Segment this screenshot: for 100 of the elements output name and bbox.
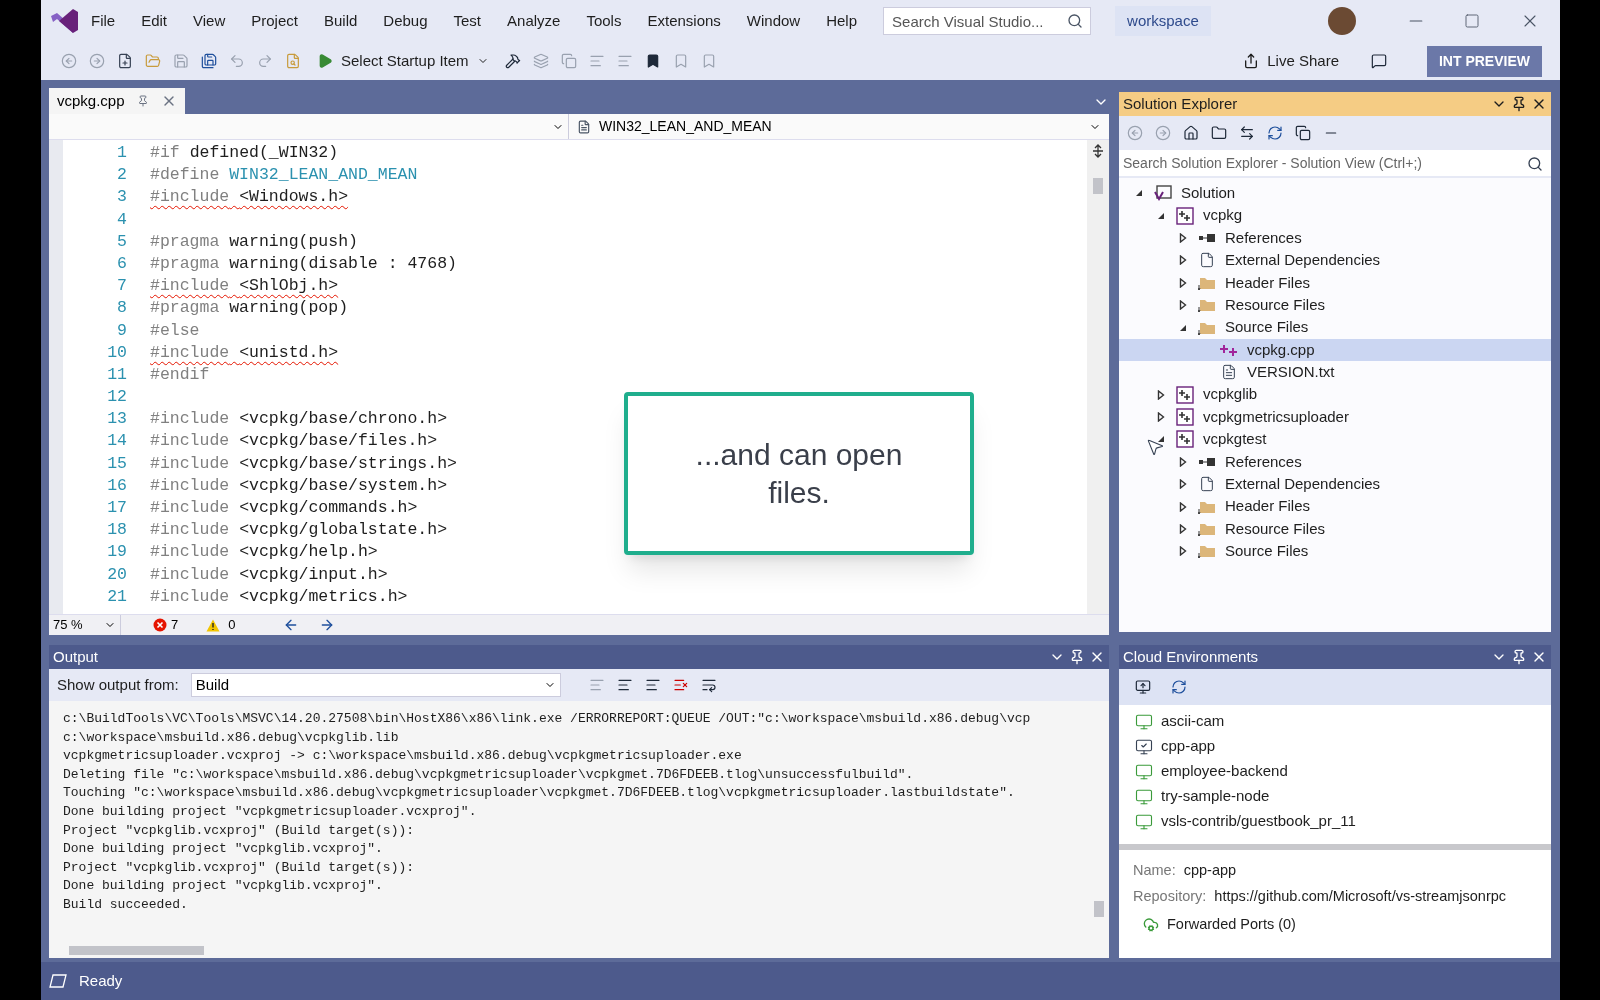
zoom-dropdown[interactable]: 75 % — [49, 615, 121, 635]
expand-arrow-icon[interactable] — [1178, 524, 1188, 535]
folder-icon — [1198, 543, 1216, 560]
line-number: 9 — [116, 319, 127, 342]
scrollbar-thumb[interactable] — [1093, 178, 1103, 194]
source-dropdown[interactable]: Build — [190, 673, 561, 697]
tree-item[interactable]: External Dependencies — [1119, 473, 1551, 496]
panel-title: Solution Explorer — [1123, 93, 1239, 114]
line-number: 13 — [106, 408, 127, 431]
expand-arrow-icon[interactable] — [1178, 546, 1188, 557]
project-icon — [1176, 430, 1194, 449]
search-field[interactable]: Search Visual Studio... — [883, 7, 1092, 35]
menu-item[interactable]: Test — [453, 9, 482, 33]
pin-icon[interactable] — [1511, 649, 1527, 665]
line-number: 5 — [116, 230, 127, 253]
repository-link[interactable]: https://github.com/Microsoft/vs-streamjsonrpc — [1214, 886, 1507, 908]
pin-icon[interactable] — [1511, 96, 1527, 112]
expand-arrow-icon[interactable] — [1178, 456, 1188, 467]
code-line: #define WIN32_LEAN_AND_MEAN — [150, 164, 418, 187]
environment-item[interactable]: try-sample-node — [1135, 784, 1551, 809]
menu-item[interactable]: Edit — [141, 9, 168, 33]
tree-item[interactable]: vcpkg — [1119, 204, 1551, 227]
code-line: #endif — [150, 363, 210, 386]
environment-item[interactable]: vsls-contrib/guestbook_pr_11 — [1135, 809, 1551, 834]
tree-item[interactable]: vcpkgmetricsuploader — [1119, 405, 1551, 429]
menu-item[interactable]: File — [91, 9, 116, 33]
pin-icon[interactable] — [1069, 649, 1085, 665]
line-number: 19 — [106, 541, 127, 564]
tree-item-label: vcpkg — [1203, 205, 1243, 226]
line-number: 15 — [106, 452, 127, 475]
tree-item[interactable]: Source Files — [1119, 540, 1551, 563]
split-icon[interactable] — [1092, 144, 1104, 158]
preview-badge: INT PREVIEW — [1427, 45, 1542, 77]
code-line: #include <vcpkg/globalstate.h> — [150, 519, 448, 542]
scrollbar-thumb[interactable] — [1094, 901, 1104, 917]
menu-item[interactable]: View — [193, 9, 226, 33]
tree-item[interactable]: References — [1119, 226, 1551, 250]
references-icon — [1198, 232, 1216, 243]
tree-item[interactable]: Header Files — [1119, 495, 1551, 518]
expand-arrow-icon[interactable] — [1156, 412, 1166, 423]
collapse-arrow-icon[interactable] — [1156, 434, 1166, 445]
menu-item[interactable]: Project — [251, 9, 298, 33]
tree-item[interactable]: References — [1119, 450, 1551, 474]
project-icon — [1176, 206, 1194, 225]
tree-item[interactable]: Source Files — [1119, 316, 1551, 339]
tree-item[interactable]: vcpkg.cpp — [1119, 338, 1551, 362]
menu-item[interactable]: Tools — [586, 9, 622, 33]
member-icon — [577, 119, 591, 134]
line-number: 7 — [116, 275, 127, 298]
tree-item-label: Header Files — [1225, 496, 1311, 517]
code-line: #include <Windows.h> — [150, 186, 349, 209]
warning-icon — [206, 618, 221, 632]
menu-item[interactable]: Build — [323, 9, 358, 33]
cpp-file-icon — [1219, 342, 1239, 357]
maximize-icon[interactable] — [1464, 13, 1480, 29]
menu-item[interactable]: Extensions — [647, 9, 721, 33]
expand-arrow-icon[interactable] — [1178, 501, 1188, 512]
horizontal-scrollbar-thumb[interactable] — [69, 945, 204, 955]
expand-arrow-icon[interactable] — [1178, 479, 1188, 490]
tree-item[interactable]: VERSION.txt — [1119, 361, 1551, 384]
app-logo[interactable] — [49, 7, 79, 35]
forwarded-ports[interactable]: Forwarded Ports (0) — [1167, 914, 1296, 936]
tree-item[interactable]: Resource Files — [1119, 293, 1551, 317]
tree-item-label: External Dependencies — [1225, 474, 1381, 495]
tree-item[interactable]: vcpkglib — [1119, 383, 1551, 406]
tree-item[interactable]: Header Files — [1119, 271, 1551, 294]
expand-arrow-icon[interactable] — [1178, 277, 1188, 288]
output-line: Deleting file "c:\workspace\msbuild.x86.debug\vcpkgmetricsuploader\vcpkgmet.7D6FDEEB.tlog\unsuccessfulbuild". — [63, 765, 914, 784]
menu-item[interactable]: Debug — [383, 9, 428, 33]
environment-item[interactable]: cpp-app — [1135, 734, 1551, 759]
expand-arrow-icon[interactable] — [1156, 389, 1166, 400]
expand-arrow-icon[interactable] — [1178, 232, 1188, 243]
tree-item[interactable]: External Dependencies — [1119, 249, 1551, 272]
expand-arrow-icon[interactable] — [1178, 255, 1188, 266]
menu-item[interactable]: Analyze — [507, 9, 561, 33]
document-icon — [1199, 252, 1215, 269]
expand-arrow-icon[interactable] — [1178, 300, 1188, 311]
tree-item[interactable]: vcpkgtest — [1119, 428, 1551, 451]
menu-item[interactable]: Help — [826, 9, 858, 33]
environment-item[interactable]: employee-backend — [1135, 759, 1551, 784]
tree-item-label: External Dependencies — [1225, 250, 1381, 271]
live-share-button[interactable]: Live Share — [1243, 49, 1339, 73]
environment-label: vsls-contrib/guestbook_pr_11 — [1161, 811, 1356, 832]
collapse-arrow-icon[interactable] — [1134, 188, 1144, 199]
line-number: 4 — [116, 208, 127, 231]
tree-item[interactable]: Solution — [1119, 182, 1551, 205]
tree-item[interactable]: Resource Files — [1119, 517, 1551, 541]
tree-item-label: Resource Files — [1225, 518, 1326, 539]
line-number: 1 — [116, 142, 127, 164]
environment-item[interactable]: ascii-cam — [1135, 709, 1551, 734]
member-label: WIN32_LEAN_AND_MEAN — [599, 117, 773, 136]
line-number: 18 — [106, 519, 127, 542]
tree-item-label: References — [1225, 451, 1302, 472]
solution-search-field[interactable]: Search Solution Explorer - Solution View (Ctrl+;) — [1119, 150, 1551, 178]
menu-item[interactable]: Window — [746, 9, 801, 33]
avatar[interactable] — [1328, 7, 1356, 35]
line-number: 21 — [106, 585, 127, 608]
line-number: 6 — [116, 252, 127, 275]
startup-item-button[interactable]: Select Startup Item — [309, 49, 497, 73]
text-file-icon — [1221, 364, 1237, 381]
